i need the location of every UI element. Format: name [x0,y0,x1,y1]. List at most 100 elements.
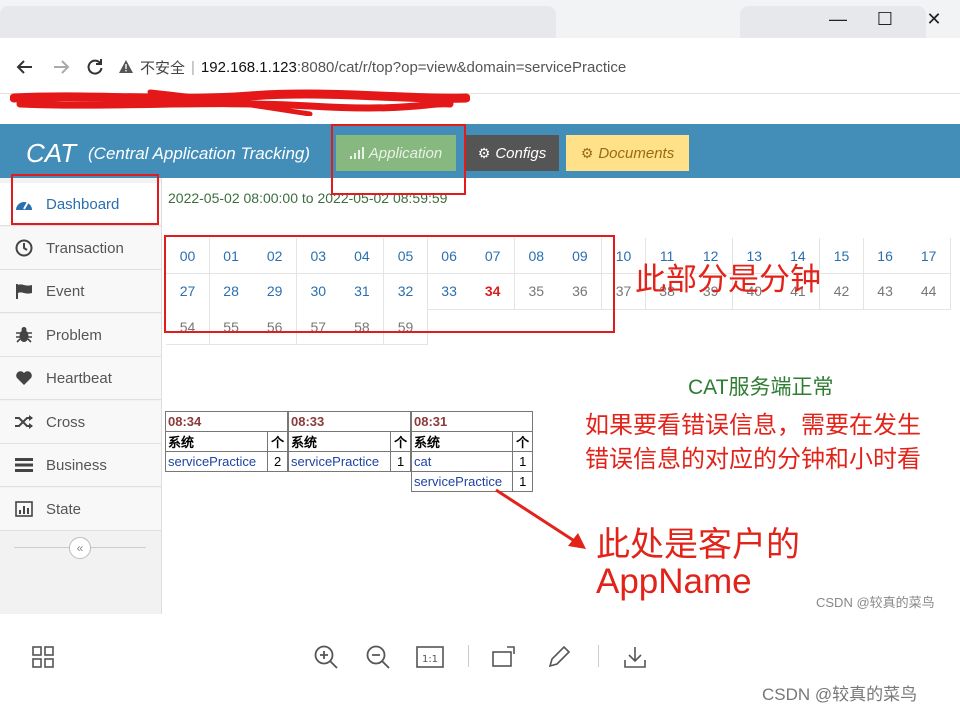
sidebar-item-label: Heartbeat [46,369,112,387]
toolbar-divider [598,645,599,667]
reload-button[interactable] [82,54,108,80]
sidebar-item-problem[interactable]: Problem [0,314,161,357]
appname-annotation-line1: 此处是客户的 [596,526,800,564]
sidebar-item-label: Event [46,282,85,300]
app-name-link[interactable]: servicePractice [287,451,392,472]
highlight-box-dashboard [11,174,159,225]
sidebar-item-label: Problem [46,326,102,344]
heart-icon [14,370,34,386]
svg-text:1:1: 1:1 [422,654,438,665]
address-divider: | [191,58,195,76]
sidebar-collapse-button[interactable]: « [69,537,91,559]
count-cell: 1 [512,451,533,472]
sidebar-item-state[interactable]: State [0,488,161,531]
minute-cell-15[interactable]: 15 [820,238,864,274]
zoom-in-button[interactable] [311,642,341,672]
pencil-icon [548,645,571,668]
highlight-box-application [331,124,466,195]
documents-label: Documents [598,144,675,162]
bug-icon [14,326,34,344]
configs-label: Configs [495,144,547,162]
sidebar-item-heartbeat[interactable]: Heartbeat [0,357,161,400]
window-close-button[interactable]: ✕ [914,6,954,32]
rotate-button[interactable] [490,642,520,672]
sort-header[interactable]: 个 [267,431,288,452]
back-arrow-icon [16,60,32,74]
sort-header[interactable]: 个 [512,431,533,452]
insecure-label: 不安全 [140,59,186,77]
sidebar-item-label: Transaction [46,239,124,257]
url-host: 192.168.1.123 [200,58,297,76]
flag-icon [14,283,34,299]
forward-arrow-icon [54,60,70,74]
shuffle-icon [14,414,34,430]
warning-icon [119,60,133,73]
minute-table-1: 08:34 系统个 servicePractice 2 [164,411,288,472]
sidebar-item-event[interactable]: Event [0,270,161,313]
zoom-out-button[interactable] [363,642,393,672]
minute-table-title: 08:34 [165,411,288,432]
window-maximize-button[interactable]: ☐ [865,6,905,32]
hint-annotation-line2: 错误信息的对应的分钟和小时看 [585,446,921,473]
sidebar-item-transaction[interactable]: Transaction [0,227,161,270]
list-icon [14,457,34,473]
cogs-icon: ⚙ [477,144,491,161]
highlight-box-minutes [164,235,615,333]
grid-view-button[interactable] [28,642,58,672]
app-brand[interactable]: CAT [26,138,76,169]
count-cell: 1 [390,451,411,472]
count-cell: 2 [267,451,288,472]
minute-table-3: 08:31 系统个 cat 1 servicePractice 1 [410,411,533,492]
minute-table-title: 08:33 [288,411,411,432]
server-ok-annotation: CAT服务端正常 [688,376,834,399]
download-icon [624,647,646,668]
download-button[interactable] [620,642,650,672]
sidebar-item-business[interactable]: Business [0,444,161,487]
minute-cell-44: 44 [907,273,952,310]
sidebar-item-label: State [46,500,82,518]
annotation-arrow [495,488,586,549]
column-header: 系统 [164,431,269,452]
window-minimize-button[interactable]: — [818,6,858,32]
url-path: :8080/cat/r/top?op=view&domain=servicePr… [296,58,627,76]
sidebar-item-cross[interactable]: Cross [0,401,161,444]
edit-button[interactable] [544,642,574,672]
app-name-link[interactable]: cat [410,451,514,472]
actual-size-button[interactable]: 1:1 [415,642,445,672]
minute-table-title: 08:31 [411,411,533,432]
minute-cell-42: 42 [820,273,864,310]
bar-chart-icon [14,501,34,517]
back-button[interactable] [12,54,38,80]
watermark-small: CSDN @较真的菜鸟 [816,595,935,610]
column-header: 系统 [287,431,392,452]
watermark-large: CSDN @较真的菜鸟 [762,685,918,704]
configs-nav-button[interactable]: ⚙ Configs [465,135,559,171]
rotate-icon [492,646,515,667]
appname-annotation-line2: AppName [596,562,752,601]
sidebar-item-label: Business [46,456,107,474]
address-bar[interactable]: 不安全 | 192.168.1.123:8080/cat/r/top?op=vi… [118,52,948,82]
minute-cell-43: 43 [863,273,908,310]
cogs-icon-2: ⚙ [580,144,594,161]
zoom-out-icon [366,645,390,669]
reload-icon [87,59,103,75]
one-to-one-icon: 1:1 [416,646,444,668]
sort-header[interactable]: 个 [390,431,411,452]
minutes-annotation: 此部分是分钟 [635,262,821,297]
zoom-in-icon [314,645,338,669]
browser-tab-inactive[interactable] [0,6,556,38]
hint-annotation-line1: 如果要看错误信息，需要在发生 [585,412,921,439]
column-header: 系统 [410,431,514,452]
app-brand-subtitle: (Central Application Tracking) [88,144,311,163]
documents-nav-button[interactable]: ⚙ Documents [566,135,689,171]
grid-icon [32,646,54,668]
toolbar-divider [468,645,469,667]
minute-cell-16[interactable]: 16 [863,238,908,274]
redaction-scribble [10,89,470,116]
minute-table-2: 08:33 系统个 servicePractice 1 [287,411,411,472]
minute-cell-17[interactable]: 17 [907,238,952,274]
app-name-link[interactable]: servicePractice [164,451,269,472]
sidebar-item-label: Cross [46,413,86,431]
forward-button[interactable] [48,54,74,80]
clock-icon [14,239,34,257]
